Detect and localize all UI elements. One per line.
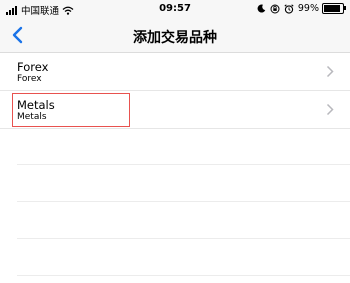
empty-row-divider bbox=[17, 238, 350, 239]
moon-icon bbox=[257, 4, 266, 13]
status-right: 99% bbox=[257, 3, 346, 14]
empty-row-divider bbox=[17, 164, 350, 165]
navigation-bar: 添加交易品种 bbox=[0, 18, 350, 53]
status-bar: 中国联通 09:57 99% bbox=[0, 0, 350, 18]
list-item-forex[interactable]: Forex Forex bbox=[0, 53, 350, 91]
screen: 中国联通 09:57 99% 添加交易品种 Forex Forex Metals… bbox=[0, 0, 350, 283]
empty-row-divider bbox=[17, 275, 350, 276]
list-item-label: Forex bbox=[17, 60, 49, 74]
page-title: 添加交易品种 bbox=[133, 30, 217, 46]
lock-rotation-icon bbox=[270, 4, 280, 13]
empty-row-divider bbox=[17, 201, 350, 202]
battery-icon bbox=[322, 3, 346, 14]
alarm-icon bbox=[284, 3, 294, 14]
battery-percent: 99% bbox=[297, 3, 319, 14]
chevron-right-icon bbox=[326, 65, 334, 78]
highlight-box bbox=[12, 93, 130, 127]
list-item-sublabel: Forex bbox=[17, 74, 42, 84]
chevron-right-icon bbox=[326, 103, 334, 116]
